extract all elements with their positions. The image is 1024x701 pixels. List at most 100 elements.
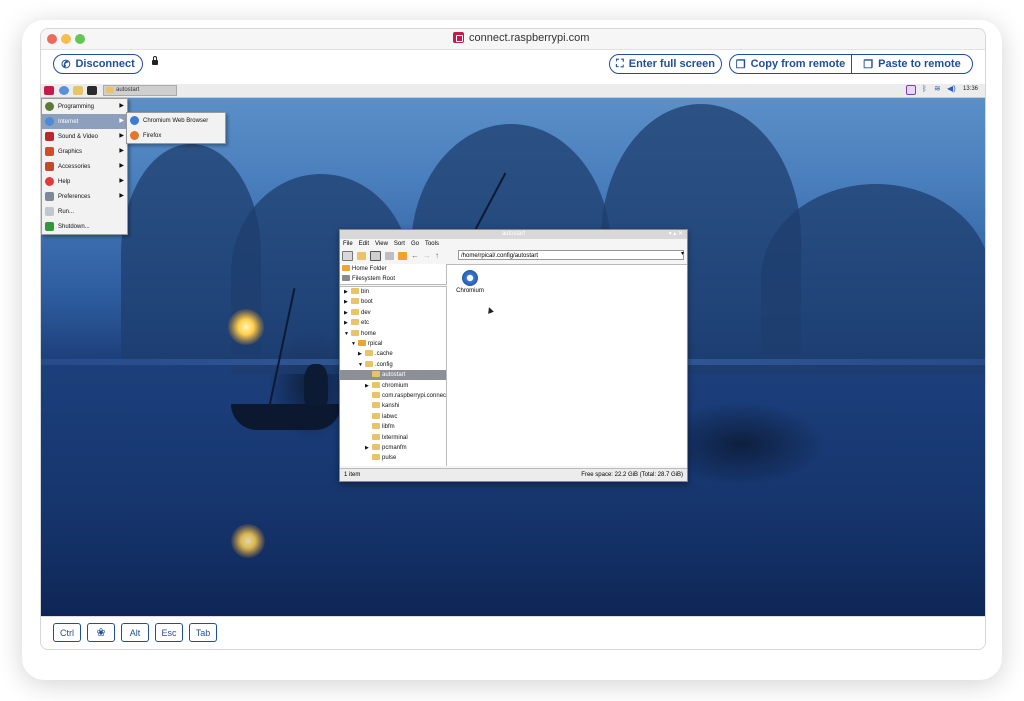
menu-view[interactable]: View (375, 241, 388, 247)
submenu-item-firefox[interactable]: Firefox (127, 128, 225, 143)
zoom-window-button[interactable] (75, 34, 85, 44)
menu-tools[interactable]: Tools (425, 241, 439, 247)
menu-item-sound-video[interactable]: Sound & Video ▶ (42, 129, 127, 144)
bluetooth-icon[interactable]: ᛒ (922, 84, 927, 93)
cormorant-bird (304, 364, 328, 406)
tree-item-rpical[interactable]: ▼ rpical (351, 339, 382, 349)
item-count: 1 item (344, 472, 361, 478)
home-icon[interactable] (398, 251, 407, 260)
collapsed-arrow-icon[interactable]: ▶ (358, 349, 365, 359)
menu-item-internet[interactable]: Internet ▶ (42, 114, 127, 129)
tree-item-chromium[interactable]: ▶ chromium (365, 381, 408, 391)
copy-from-remote-button[interactable]: ❐ Copy from remote (730, 55, 851, 73)
tree-item-cache[interactable]: ▶ .cache (358, 349, 393, 359)
back-arrow-icon[interactable]: ← (411, 251, 419, 260)
close-window-button[interactable] (47, 34, 57, 44)
window-controls-icon[interactable]: ▾ ▴ ✕ (669, 230, 683, 239)
menu-edit[interactable]: Edit (359, 241, 369, 247)
up-arrow-icon[interactable]: ↑ (435, 251, 439, 260)
menu-item-preferences[interactable]: Preferences ▶ (42, 189, 127, 204)
menu-item-accessories[interactable]: Accessories ▶ (42, 159, 127, 174)
address-bar[interactable]: connect.raspberrypi.com (453, 32, 589, 44)
drive-icon (342, 275, 350, 281)
tree-item-kanshi[interactable]: kanshi (365, 401, 399, 411)
menu-item-programming[interactable]: Programming ▶ (42, 99, 127, 114)
raspberry-menu-icon[interactable] (44, 86, 54, 95)
collapsed-arrow-icon[interactable]: ▶ (344, 297, 351, 307)
wifi-icon[interactable]: ≋ (934, 84, 941, 93)
path-input[interactable]: /home/rpical/.config/autostart (458, 250, 684, 260)
raspberry-key-button[interactable]: ❀ (87, 623, 115, 642)
ctrl-key-button[interactable]: Ctrl (53, 623, 81, 642)
tree-item-home[interactable]: ▼ home (344, 329, 376, 339)
menu-go[interactable]: Go (411, 241, 419, 247)
tree-item-etc[interactable]: ▶ etc (344, 318, 369, 328)
taskbar-window-button[interactable]: autostart (103, 85, 177, 96)
tree-item-autostart[interactable]: autostart (340, 370, 446, 381)
menu-item-help[interactable]: Help ▶ (42, 174, 127, 189)
tab-key-button[interactable]: Tab (189, 623, 217, 642)
tree-item-label: .cache (375, 351, 393, 358)
new-window-icon[interactable] (342, 250, 353, 261)
expanded-arrow-icon[interactable]: ▼ (351, 339, 358, 349)
collapsed-arrow-icon[interactable]: ▶ (344, 308, 351, 318)
menu-item-shutdown[interactable]: Shutdown... (42, 219, 127, 234)
disconnect-button[interactable]: ✆ Disconnect (53, 54, 143, 74)
connect-status-icon[interactable] (906, 85, 916, 95)
collapsed-arrow-icon[interactable]: ▶ (344, 318, 351, 328)
folder-icon (372, 402, 380, 409)
accessories-icon (45, 162, 54, 171)
volume-icon[interactable]: ◀) (947, 84, 956, 93)
paste-to-remote-button[interactable]: ❐ Paste to remote (852, 55, 972, 73)
place-filesystem-root[interactable]: Filesystem Root (342, 274, 395, 284)
icon-view-icon[interactable] (370, 250, 381, 261)
folder-icon (372, 392, 380, 398)
shutdown-icon (45, 222, 54, 231)
tree-item-dev[interactable]: ▶ dev (344, 308, 371, 318)
tree-item-com-raspberrypi-connect[interactable]: com.raspberrypi.connect (365, 391, 446, 401)
menu-file[interactable]: File (343, 241, 353, 247)
menu-item-graphics[interactable]: Graphics ▶ (42, 144, 127, 159)
internet-globe-icon (45, 117, 54, 126)
menu-item-label: Internet (58, 118, 79, 125)
browser-launcher-icon[interactable] (59, 86, 69, 95)
tree-item-pulse[interactable]: pulse (365, 453, 396, 463)
collapsed-arrow-icon[interactable]: ▶ (344, 287, 351, 297)
forward-arrow-icon[interactable]: → (423, 251, 431, 260)
file-manager-launcher-icon[interactable] (73, 86, 83, 95)
menu-sort[interactable]: Sort (394, 241, 405, 247)
menu-item-label: Programming (58, 103, 95, 110)
graphics-icon (45, 147, 54, 156)
minimize-window-button[interactable] (61, 34, 71, 44)
place-label: Filesystem Root (352, 276, 396, 282)
submenu-item-chromium[interactable]: Chromium Web Browser (127, 113, 225, 128)
tree-item-boot[interactable]: ▶ boot (344, 297, 373, 307)
tree-item-labwc[interactable]: labwc (365, 412, 397, 422)
mouse-cursor-icon (486, 306, 494, 314)
esc-key-button[interactable]: Esc (155, 623, 183, 642)
lantern-reflection (231, 524, 265, 558)
karst-mountain (761, 184, 985, 374)
file-manager-titlebar[interactable]: autostart ▾ ▴ ✕ (340, 230, 687, 239)
alt-key-button[interactable]: Alt (121, 623, 149, 642)
expanded-arrow-icon[interactable]: ▼ (344, 329, 351, 339)
place-home-folder[interactable]: Home Folder (342, 264, 387, 274)
tree-item-bin[interactable]: ▶ bin (344, 287, 369, 297)
collapsed-arrow-icon[interactable]: ▶ (365, 443, 372, 453)
enter-full-screen-button[interactable]: ⛶ Enter full screen (609, 54, 722, 74)
new-folder-icon[interactable] (357, 251, 366, 260)
terminal-launcher-icon[interactable] (87, 86, 97, 95)
expanded-arrow-icon[interactable]: ▼ (358, 360, 365, 370)
menu-item-run[interactable]: Run... (42, 204, 127, 219)
special-keys-bar: Ctrl ❀ Alt Esc Tab (41, 616, 985, 649)
tree-item-config[interactable]: ▼ .config (358, 360, 393, 370)
folder-icon (372, 381, 380, 388)
file-item[interactable]: Chromium (453, 270, 487, 294)
remote-desktop[interactable]: autostart ᛒ ≋ ◀) 13:36 Programming ▶ Inte… (41, 84, 985, 616)
path-dropdown-icon[interactable]: ▾ (681, 250, 684, 257)
collapsed-arrow-icon[interactable]: ▶ (365, 381, 372, 391)
list-view-icon[interactable] (385, 251, 394, 260)
tree-item-libfm[interactable]: libfm (365, 422, 395, 432)
tree-item-lxterminal[interactable]: lxterminal (365, 433, 408, 443)
tree-item-pcmanfm[interactable]: ▶ pcmanfm (365, 443, 407, 453)
